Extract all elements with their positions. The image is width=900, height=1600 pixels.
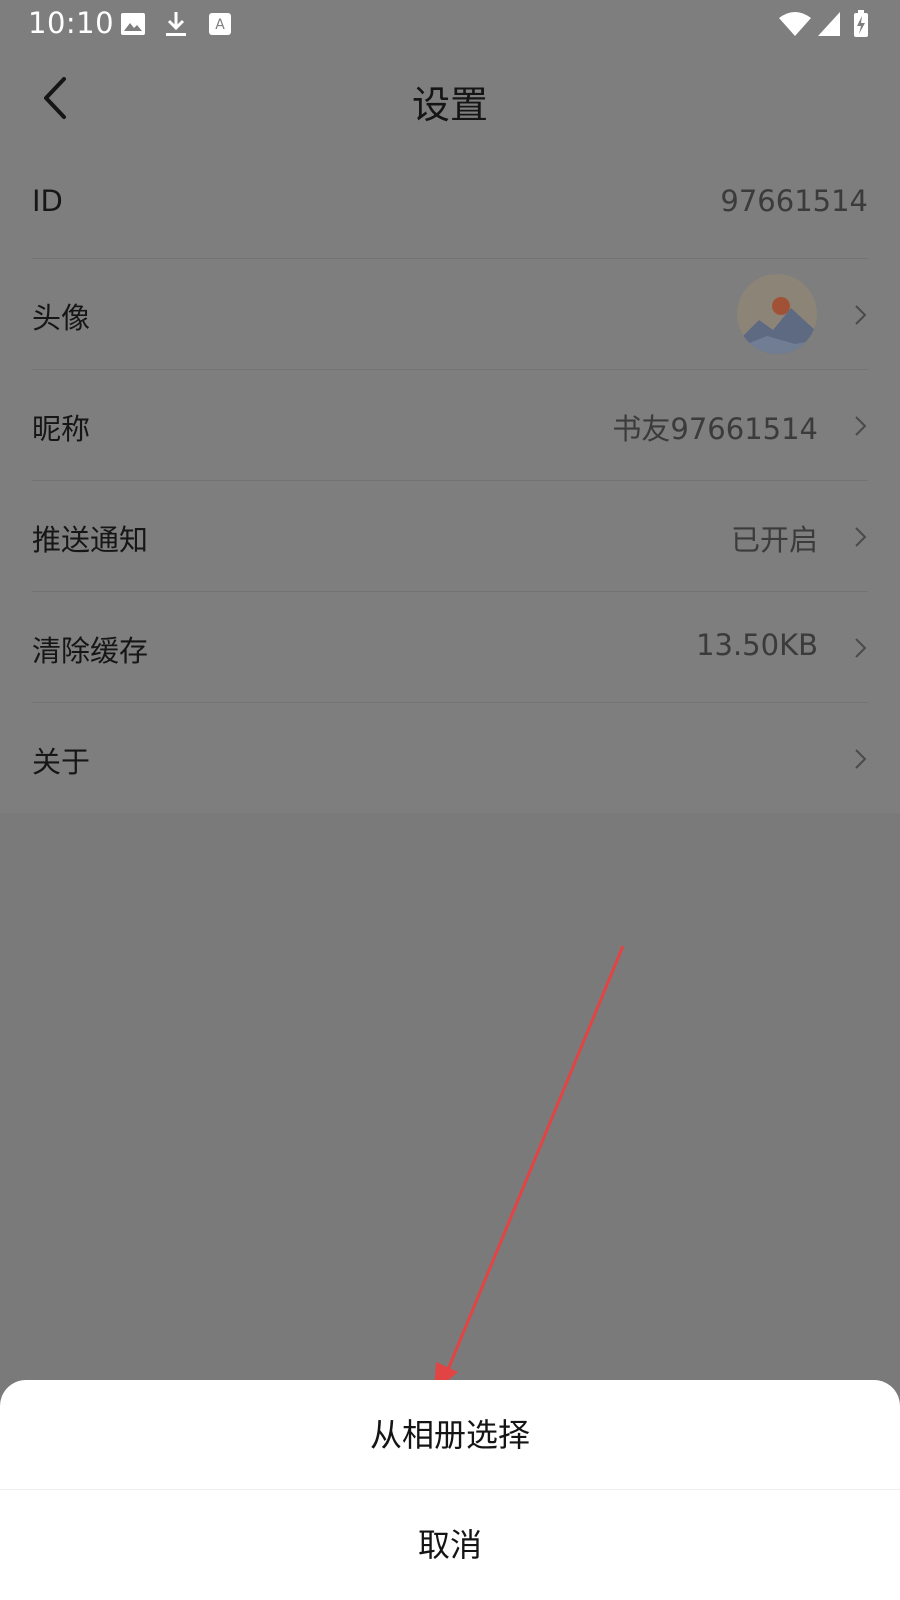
settings-row-id: ID 97661514 (0, 148, 900, 259)
choose-from-album-button[interactable]: 从相册选择 (0, 1380, 900, 1490)
settings-page: 10:10 A 设置 ID 97661514 头像 昵称 书友97661514 … (0, 0, 900, 1600)
status-bar: 10:10 A (0, 0, 900, 50)
settings-row-push-notifications[interactable]: 推送通知 已开启 (0, 481, 900, 592)
user-id-value: 97661514 (720, 184, 868, 218)
wifi-icon (778, 10, 812, 38)
page-title: 设置 (411, 83, 488, 127)
settings-list: ID 97661514 头像 昵称 书友97661514 推送通知 已开启 清除… (0, 148, 900, 813)
text-a-icon: A (208, 10, 232, 38)
chevron-right-icon (855, 527, 867, 547)
download-icon (164, 10, 188, 38)
nickname-value: 书友97661514 (612, 412, 818, 446)
chevron-right-icon (855, 749, 867, 769)
row-label: 关于 (32, 745, 91, 779)
svg-text:A: A (215, 17, 225, 33)
settings-row-nickname[interactable]: 昵称 书友97661514 (0, 370, 900, 481)
battery-charging-icon (853, 10, 869, 38)
row-label: ID (32, 184, 63, 218)
photo-action-sheet: 从相册选择 取消 (0, 1380, 900, 1600)
avatar[interactable] (737, 274, 817, 354)
settings-row-about[interactable]: 关于 (0, 703, 900, 814)
cellular-icon (816, 10, 842, 38)
chevron-right-icon (855, 638, 867, 658)
image-icon (120, 10, 146, 38)
cache-size-value: 13.50KB (696, 628, 818, 662)
row-label: 推送通知 (32, 523, 149, 557)
chevron-right-icon (855, 416, 867, 436)
settings-row-avatar[interactable]: 头像 (0, 259, 900, 370)
cancel-button[interactable]: 取消 (0, 1490, 900, 1600)
app-header: 设置 (0, 50, 900, 149)
row-label: 清除缓存 (32, 634, 149, 668)
settings-row-clear-cache[interactable]: 清除缓存 13.50KB (0, 592, 900, 703)
chevron-right-icon (855, 305, 867, 325)
row-label: 昵称 (32, 412, 91, 446)
status-time: 10:10 (28, 6, 115, 40)
row-label: 头像 (32, 301, 91, 335)
push-status-value: 已开启 (730, 523, 818, 557)
